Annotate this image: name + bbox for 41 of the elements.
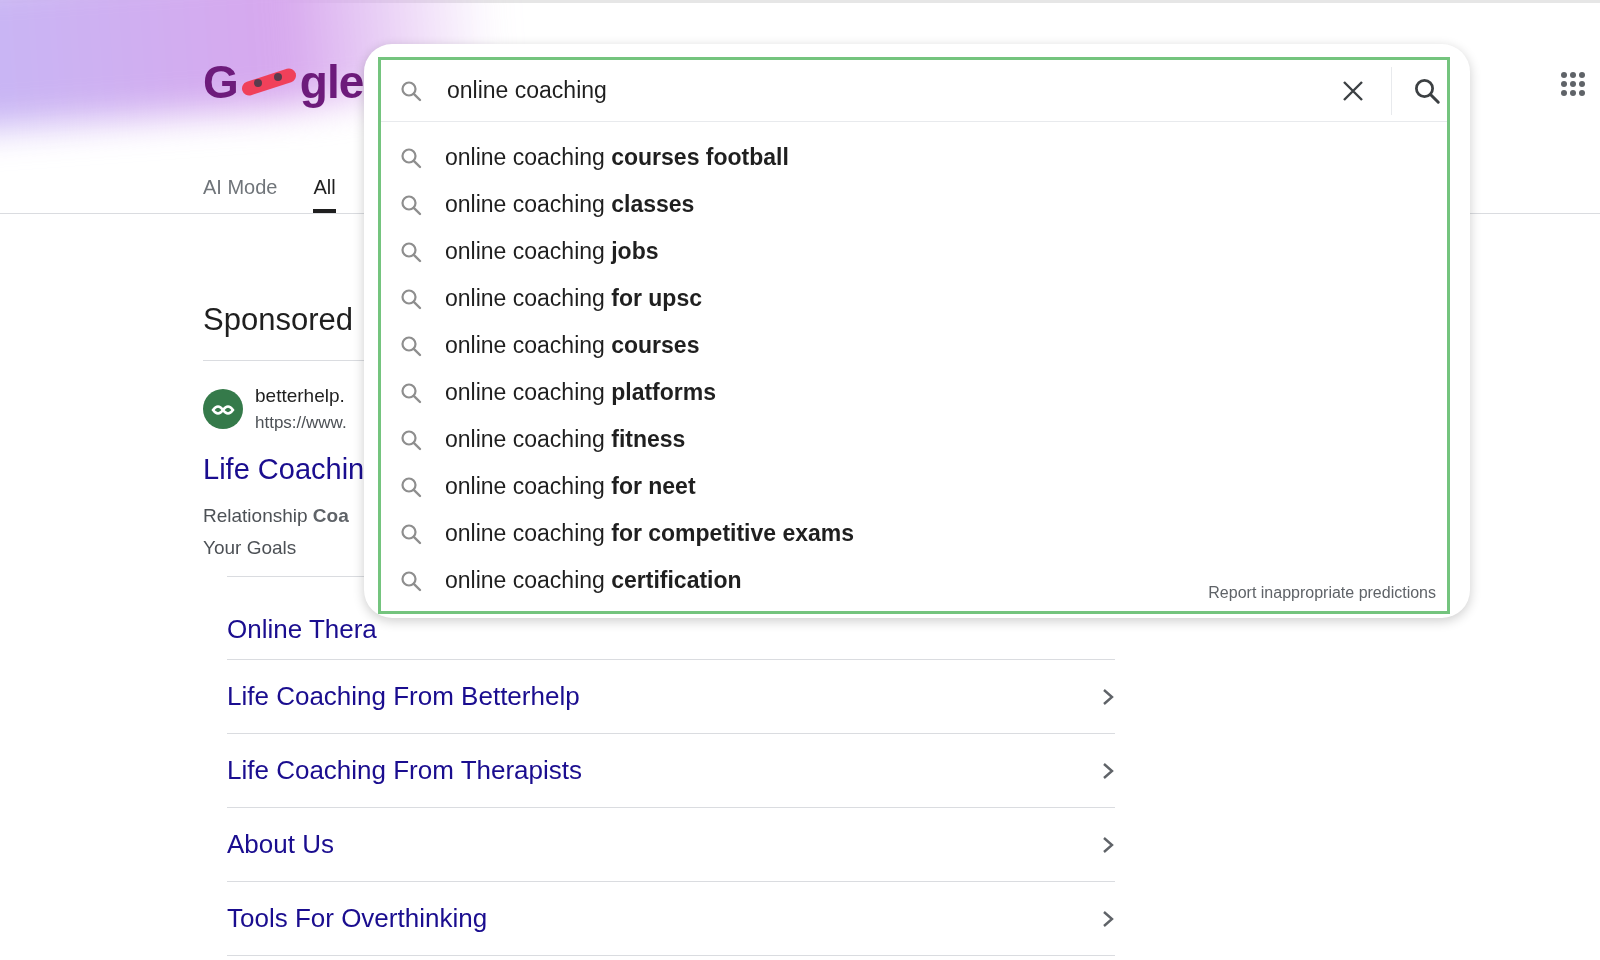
site-name: betterhelp. bbox=[255, 385, 346, 407]
sitelink[interactable]: Life Coaching From Therapists bbox=[227, 755, 582, 786]
sitelink[interactable]: Life Coaching From Betterhelp bbox=[227, 681, 580, 712]
apps-grid-icon[interactable] bbox=[1560, 71, 1586, 97]
sitelink[interactable]: About Us bbox=[227, 829, 334, 860]
suggestion[interactable]: online coaching jobs bbox=[445, 238, 659, 265]
search-icon bbox=[399, 145, 423, 170]
sitelink[interactable]: Tools For Overthinking bbox=[227, 903, 488, 934]
chevron-right-icon bbox=[1101, 760, 1115, 781]
sitelink[interactable]: Online Thera bbox=[227, 613, 377, 645]
search-icon bbox=[399, 239, 423, 264]
suggestion[interactable]: online coaching for competitive exams bbox=[445, 520, 855, 547]
ad-description: Relationship Coa bbox=[203, 504, 349, 528]
chevron-right-icon bbox=[1101, 834, 1115, 855]
suggestion[interactable]: online coaching for neet bbox=[445, 473, 696, 500]
suggestion[interactable]: online coaching classes bbox=[445, 191, 695, 218]
site-url: https://www. bbox=[255, 413, 347, 433]
search-icon bbox=[399, 333, 423, 358]
search-icon bbox=[399, 286, 423, 311]
chevron-right-icon bbox=[1101, 908, 1115, 929]
suggestion[interactable]: online coaching courses football bbox=[445, 144, 789, 171]
report-link[interactable]: Report inappropriate predictions bbox=[1208, 584, 1436, 602]
suggestion[interactable]: online coaching fitness bbox=[445, 426, 686, 453]
search-icon bbox=[399, 521, 423, 546]
logo[interactable]: G gle bbox=[203, 55, 364, 109]
search-icon bbox=[399, 427, 423, 452]
suggestion[interactable]: online coaching platforms bbox=[445, 379, 717, 406]
search-icon bbox=[399, 192, 423, 217]
ad-description: Your Goals bbox=[203, 536, 297, 560]
site-logo-icon bbox=[203, 389, 243, 429]
search-icon bbox=[399, 474, 423, 499]
suggestion[interactable]: online coaching courses bbox=[445, 332, 700, 359]
search-icon bbox=[399, 568, 423, 593]
search-icon bbox=[399, 380, 423, 405]
tab[interactable]: AI Mode bbox=[203, 124, 278, 213]
tab[interactable]: All bbox=[313, 124, 336, 213]
search-icon bbox=[399, 78, 423, 103]
search-field[interactable]: online coaching bbox=[445, 76, 1341, 105]
close-icon[interactable] bbox=[1341, 78, 1365, 103]
chevron-right-icon bbox=[1101, 686, 1115, 707]
suggestion[interactable]: online coaching certification bbox=[445, 567, 742, 594]
